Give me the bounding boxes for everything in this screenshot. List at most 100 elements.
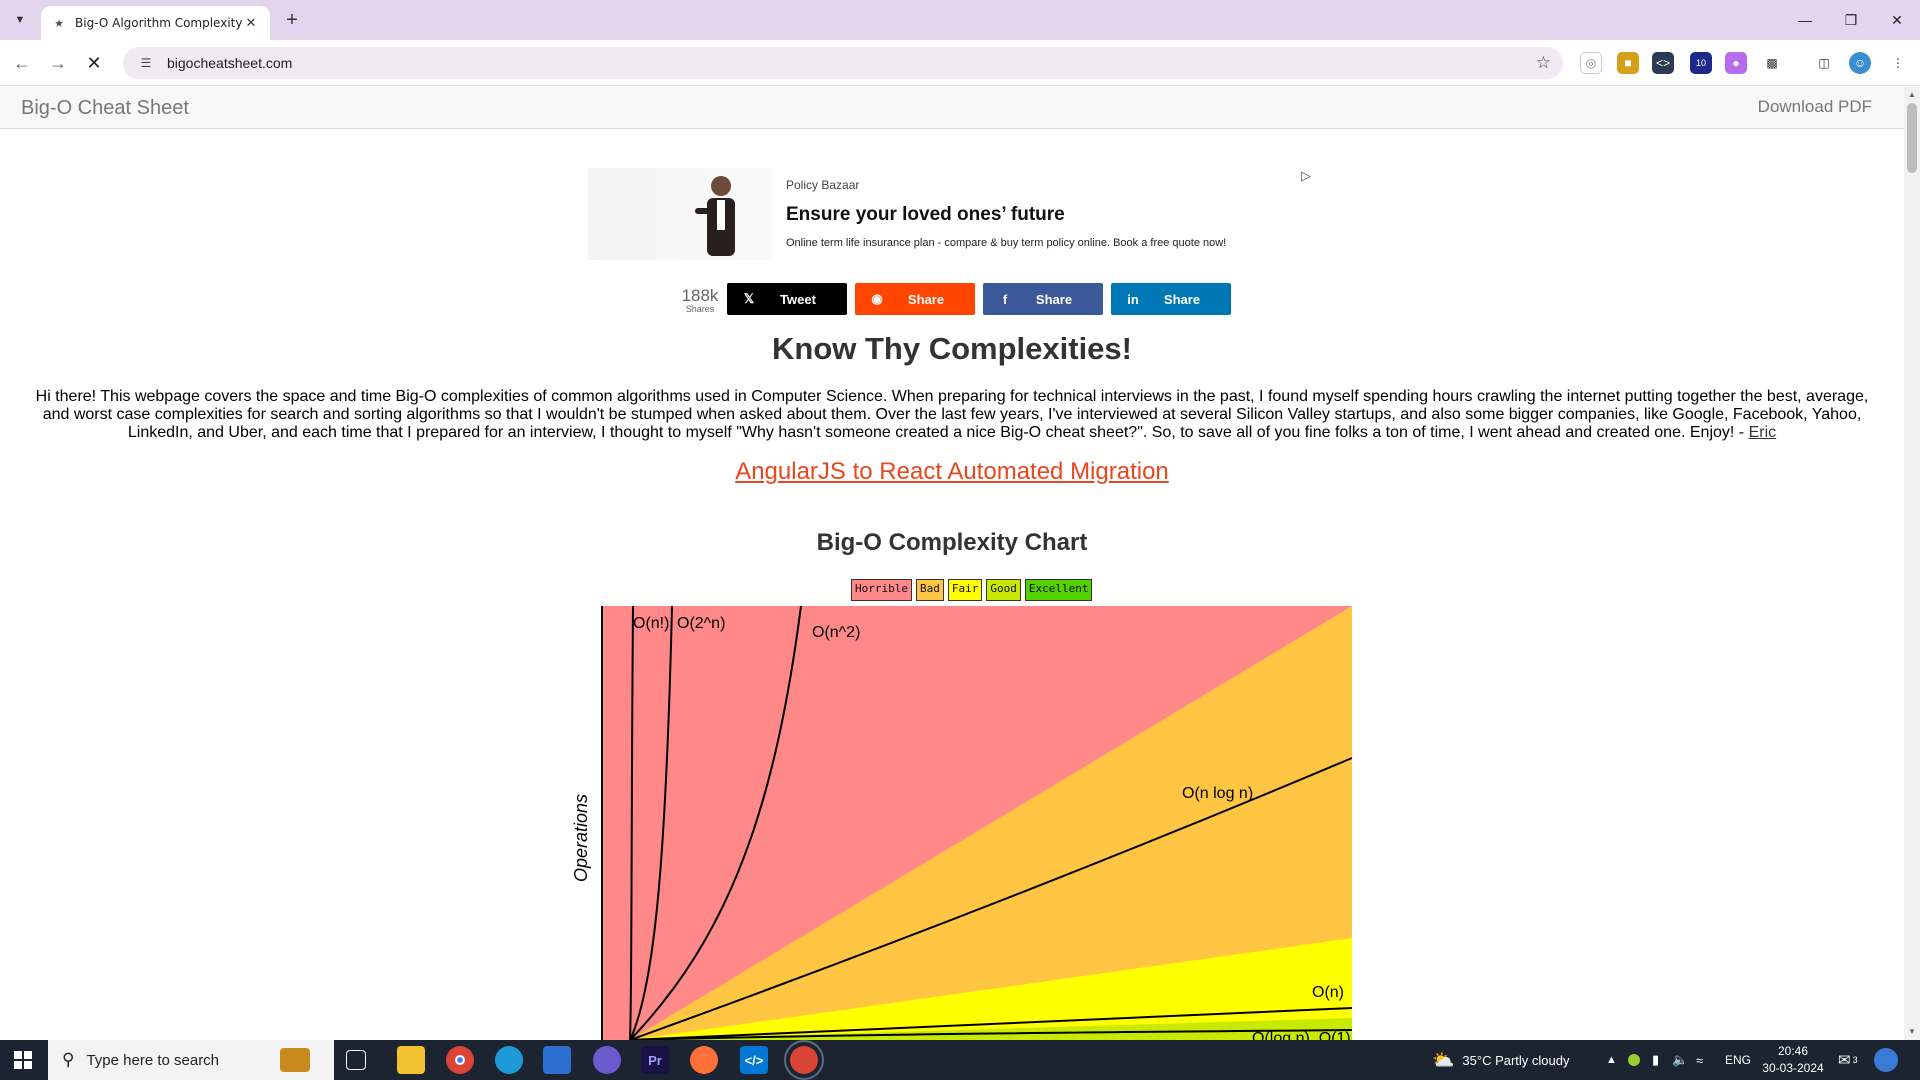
start-button[interactable] — [0, 1040, 46, 1080]
extension-icon-2[interactable]: ■ — [1617, 52, 1639, 74]
curve-label-quadratic: O(n^2) — [812, 624, 860, 641]
copilot-icon[interactable] — [593, 1046, 621, 1074]
network-icon[interactable]: ≈ — [1696, 1040, 1703, 1080]
intro-text: Hi there! This webpage covers the space … — [35, 388, 1869, 441]
legend-fair: Fair — [947, 579, 983, 601]
taskbar-search-placeholder: Type here to search — [86, 1051, 220, 1069]
store-icon[interactable] — [543, 1046, 571, 1074]
tab-search-button[interactable]: ▼ — [8, 8, 32, 32]
search-icon: ⚲ — [62, 1050, 75, 1069]
tweet-button[interactable]: 𝕏 Tweet — [727, 283, 847, 315]
share-button-label: Share — [1035, 291, 1073, 307]
ad-description: Online term life insurance plan - compar… — [786, 237, 1227, 249]
windows-taskbar: ⚲ Type here to search Pr </> ⛅ 35°C Part… — [0, 1040, 1920, 1080]
extensions-puzzle-icon[interactable]: ▩ — [1761, 52, 1783, 74]
site-brand[interactable]: Big-O Cheat Sheet — [21, 97, 189, 120]
reddit-share-button[interactable]: ◉ Share — [855, 283, 975, 315]
scroll-thumb[interactable] — [1907, 103, 1917, 173]
page-scrollbar[interactable]: ▲ ▼ — [1904, 87, 1920, 1040]
complexity-chart: O(n!) O(2^n) O(n^2) O(n log n) O(n) O(lo… — [560, 606, 1360, 1040]
extension-icon-3[interactable]: <> — [1652, 52, 1674, 74]
task-view-icon[interactable] — [346, 1050, 366, 1070]
scroll-up-icon[interactable]: ▲ — [1904, 87, 1920, 101]
curve-label-logn-constant: O(log n), O(1) — [1252, 1030, 1351, 1040]
tab-bigo[interactable]: ★ Big-O Algorithm Complexity Ch ✕ — [41, 6, 270, 40]
menu-kebab-icon[interactable]: ⋮ — [1887, 52, 1909, 74]
extension-icon-5[interactable]: ● — [1725, 52, 1747, 74]
page-title: Know Thy Complexities! — [772, 331, 1132, 366]
curve-label-factorial: O(n!) — [633, 615, 669, 632]
back-arrow-icon: ← — [13, 52, 31, 73]
weather-text: 35°C Partly cloudy — [1462, 1052, 1570, 1068]
y-axis-label: Operations — [571, 794, 591, 882]
linkedin-icon: in — [1127, 291, 1139, 307]
x-icon: 𝕏 — [743, 291, 755, 306]
intro-paragraph: Hi there! This webpage covers the space … — [22, 388, 1882, 442]
tray-chevron-icon[interactable]: ▲ — [1606, 1040, 1617, 1080]
address-bar[interactable]: ☰ bigocheatsheet.com ☆ — [123, 47, 1563, 79]
facebook-share-button[interactable]: f Share — [983, 283, 1103, 315]
author-link[interactable]: Eric — [1749, 424, 1777, 441]
tray-app-icon[interactable] — [1628, 1040, 1640, 1080]
profile-avatar[interactable]: ☺ — [1849, 52, 1871, 74]
url-text: bigocheatsheet.com — [167, 55, 293, 71]
ad-image — [588, 168, 773, 260]
restore-button[interactable]: ❐ — [1828, 0, 1874, 40]
close-window-button[interactable]: ✕ — [1874, 0, 1920, 40]
chart-title: Big-O Complexity Chart — [816, 529, 1088, 556]
tab-title: Big-O Algorithm Complexity Ch — [75, 16, 242, 30]
ad-choices-icon[interactable]: ▷ — [1301, 168, 1311, 184]
extension-icon-4[interactable]: 10 — [1690, 52, 1712, 74]
clock[interactable]: 20:46 30-03-2024 — [1762, 1043, 1824, 1077]
close-icon[interactable]: ✕ — [242, 14, 260, 32]
download-pdf-link[interactable]: Download PDF — [1758, 97, 1872, 117]
browser-toolbar: ← → ✕ ☰ bigocheatsheet.com ☆ ◎ ■ <> 10 ●… — [0, 40, 1920, 86]
complexity-chart-svg: O(n!) O(2^n) O(n^2) O(n log n) O(n) O(lo… — [571, 606, 1353, 1040]
bookmark-star-icon[interactable]: ☆ — [1536, 53, 1551, 73]
firefox-icon[interactable] — [690, 1046, 718, 1074]
battery-icon[interactable]: ▮ — [1652, 1040, 1659, 1080]
notification-count: 3 — [1852, 1055, 1858, 1065]
ad-person-image — [695, 176, 735, 256]
legend-good: Good — [986, 579, 1021, 601]
share-button-label: Share — [907, 291, 945, 307]
vscode-icon[interactable]: </> — [740, 1046, 768, 1074]
edge-icon[interactable] — [495, 1046, 523, 1074]
stop-loading-button[interactable]: ✕ — [80, 49, 108, 77]
advertisement[interactable]: Policy Bazaar Ensure your loved ones’ fu… — [588, 168, 1318, 260]
weather-icon: ⛅ — [1432, 1049, 1455, 1070]
ad-headline[interactable]: Ensure your loved ones’ future — [786, 204, 1065, 226]
minimize-button[interactable]: — — [1782, 0, 1828, 40]
forward-arrow-icon: → — [49, 52, 67, 73]
share-count-number: 188k — [681, 286, 719, 305]
back-button[interactable]: ← — [8, 49, 36, 77]
complexity-legend: Horrible Bad Fair Good Excellent — [851, 579, 1093, 601]
linkedin-share-button[interactable]: in Share — [1111, 283, 1231, 315]
briefcase-icon — [280, 1048, 310, 1072]
close-icon: ✕ — [86, 52, 102, 73]
chrome-active-icon[interactable] — [784, 1040, 824, 1080]
share-button-label: Tweet — [780, 291, 816, 307]
language-indicator[interactable]: ENG — [1725, 1040, 1751, 1080]
new-tab-button[interactable]: + — [280, 8, 304, 32]
chrome-center-icon — [455, 1055, 465, 1065]
extension-icon-1[interactable]: ◎ — [1580, 52, 1602, 74]
side-panel-icon[interactable]: ◫ — [1813, 52, 1835, 74]
migration-link[interactable]: AngularJS to React Automated Migration — [0, 458, 1904, 486]
extension-badge: 10 — [1695, 58, 1706, 68]
clock-date: 30-03-2024 — [1762, 1061, 1824, 1075]
copilot-tray-icon[interactable] — [1874, 1048, 1898, 1072]
chrome-icon[interactable] — [446, 1046, 474, 1074]
curve-label-exponential: O(2^n) — [677, 615, 725, 632]
file-explorer-icon[interactable] — [397, 1046, 425, 1074]
scroll-down-icon[interactable]: ▼ — [1904, 1024, 1920, 1038]
premiere-icon[interactable]: Pr — [641, 1046, 669, 1074]
volume-icon[interactable]: 🔈 — [1672, 1040, 1688, 1080]
forward-button[interactable]: → — [44, 49, 72, 77]
weather-widget[interactable]: ⛅ 35°C Partly cloudy — [1432, 1040, 1570, 1080]
taskbar-search[interactable]: ⚲ Type here to search — [48, 1040, 334, 1080]
ad-advertiser: Policy Bazaar — [786, 178, 860, 192]
notification-center[interactable]: ✉ 3 — [1838, 1040, 1858, 1080]
notification-icon: ✉ — [1838, 1052, 1851, 1069]
site-info-icon[interactable]: ☰ — [137, 54, 155, 72]
